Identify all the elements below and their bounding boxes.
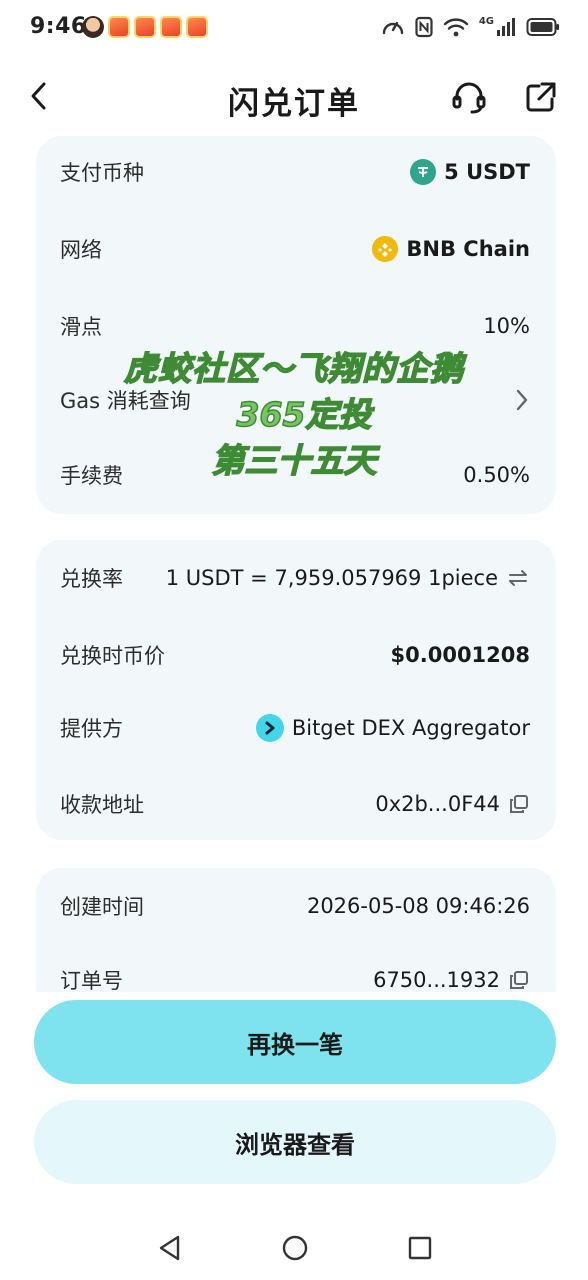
network-value-wrap: BNB Chain: [372, 236, 530, 262]
created-time-label: 创建时间: [60, 895, 144, 919]
network-type: 4G: [478, 15, 494, 27]
nav-home-icon[interactable]: [277, 1230, 313, 1266]
fee-label: 手续费: [60, 464, 123, 488]
gas-query-row[interactable]: Gas 消耗查询: [60, 380, 530, 420]
order-number-row: 订单号 6750...1932: [60, 960, 530, 992]
swap-price-row: 兑换时币价 $0.0001208: [60, 635, 530, 675]
speed-icon: [382, 21, 404, 35]
network-value: BNB Chain: [406, 237, 530, 261]
exchange-rate-label: 兑换率: [60, 567, 123, 591]
app-notification-icon: [160, 16, 182, 38]
provider-value-wrap: Bitget DEX Aggregator: [255, 714, 530, 742]
order-number-label: 订单号: [60, 969, 123, 992]
exchange-rate-row: 兑换率 1 USDT = 7,959.057969 1piece: [60, 558, 530, 598]
created-time-value: 2026-05-08 09:46:26: [306, 894, 530, 918]
app-notification-icon: [186, 16, 208, 38]
created-time-row: 创建时间 2026-05-08 09:46:26: [60, 886, 530, 926]
copy-icon[interactable]: [508, 969, 530, 991]
swap-summary-card: 支付币种 5 USDT 网络 BNB Chain 滑点 10% Gas 消耗查询…: [36, 136, 556, 514]
order-number-value-wrap: 6750...1932: [373, 968, 530, 992]
fee-value: 0.50%: [463, 463, 530, 487]
usdt-token-icon: [410, 159, 437, 185]
receive-address-row: 收款地址 0x2b...0F44: [60, 784, 530, 824]
swap-price-label: 兑换时币价: [60, 644, 165, 668]
swap-again-button[interactable]: 再换一笔: [34, 1000, 556, 1084]
network-row: 网络 BNB Chain: [60, 229, 530, 269]
order-number-value: 6750...1932: [373, 968, 500, 992]
network-label: 网络: [60, 238, 102, 262]
pay-currency-label: 支付币种: [60, 161, 144, 185]
notification-icons: [82, 16, 208, 38]
bnb-chain-icon: [372, 236, 399, 262]
order-info-card: 创建时间 2026-05-08 09:46:26 订单号 6750...1932: [36, 868, 556, 992]
provider-value: Bitget DEX Aggregator: [291, 716, 530, 740]
share-icon[interactable]: [522, 78, 560, 116]
slippage-label: 滑点: [60, 315, 102, 339]
app-notification-icon: [134, 16, 156, 38]
swap-details-card: 兑换率 1 USDT = 7,959.057969 1piece 兑换时币价 $…: [36, 540, 556, 840]
navigation-bar: [0, 1218, 588, 1280]
swap-direction-icon[interactable]: [506, 567, 530, 589]
chevron-right-icon: [516, 389, 528, 411]
signal-icon: [497, 18, 515, 36]
pay-currency-row: 支付币种 5 USDT: [60, 152, 530, 192]
slippage-value: 10%: [483, 314, 530, 338]
receive-address-value-wrap: 0x2b...0F44: [375, 792, 530, 816]
bitget-logo-icon: [255, 714, 284, 742]
pay-currency-value: 5 USDT: [444, 160, 530, 184]
nav-recents-icon[interactable]: [402, 1230, 438, 1266]
page-header: 闪兑订单: [0, 64, 588, 130]
page-title: 闪兑订单: [228, 86, 360, 122]
gas-query-label: Gas 消耗查询: [60, 389, 191, 413]
receive-address-value: 0x2b...0F44: [375, 792, 500, 816]
slippage-row: 滑点 10%: [60, 306, 530, 346]
customer-support-icon[interactable]: [450, 78, 488, 116]
copy-icon[interactable]: [508, 793, 530, 815]
avatar-notification-icon: [82, 16, 104, 38]
battery-icon: [526, 18, 559, 36]
provider-label: 提供方: [60, 717, 123, 741]
exchange-rate-value: 1 USDT = 7,959.057969 1piece: [165, 566, 498, 590]
nfc-icon: [415, 16, 433, 38]
app-notification-icon: [108, 16, 130, 38]
receive-address-label: 收款地址: [60, 793, 144, 817]
status-bar: 9:46 4G: [0, 0, 588, 60]
pay-currency-value-wrap: 5 USDT: [410, 159, 530, 185]
wifi-icon: [443, 18, 469, 37]
exchange-rate-value-wrap: 1 USDT = 7,959.057969 1piece: [166, 566, 530, 590]
system-icons: 4G: [381, 16, 560, 38]
swap-price-value: $0.0001208: [390, 643, 530, 667]
view-in-browser-button[interactable]: 浏览器查看: [34, 1100, 556, 1184]
fee-row: 手续费 0.50%: [60, 455, 530, 495]
nav-back-icon[interactable]: [152, 1230, 188, 1266]
status-time: 9:46: [30, 14, 87, 39]
provider-row: 提供方 Bitget DEX Aggregator: [60, 708, 530, 748]
